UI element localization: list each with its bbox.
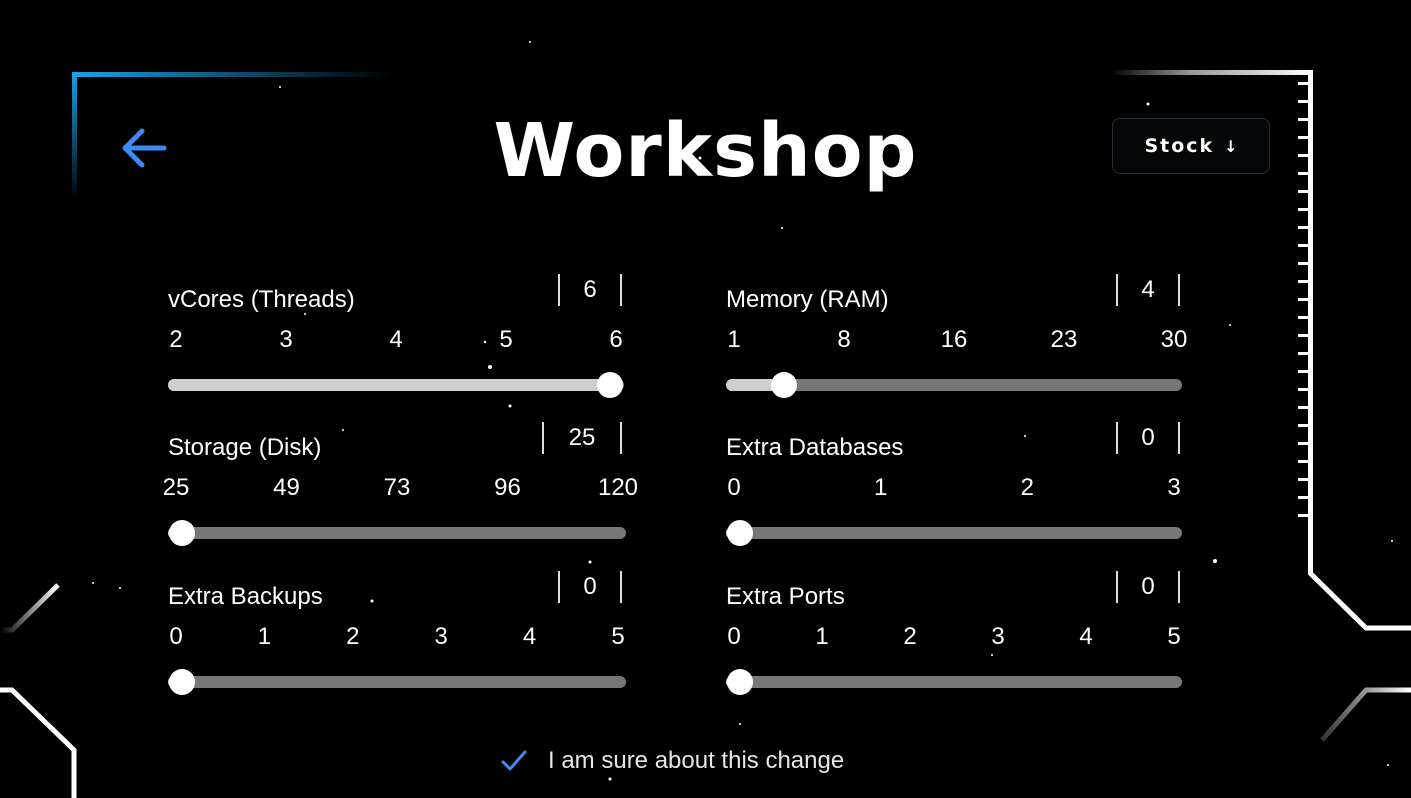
slider-extra-backups: Extra Backups 0 0 1 2 3 4 5 [168,571,666,695]
slider-track[interactable] [726,520,1182,546]
slider-tick-label: 8 [837,326,851,353]
ruler-tick [1298,280,1308,283]
arrow-down-icon: ↓ [1224,136,1238,156]
slider-thumb[interactable] [727,520,753,546]
slider-tick-label: 3 [279,326,293,353]
ruler-tick [1298,298,1308,301]
slider-thumb[interactable] [597,372,623,398]
slider-label: Extra Backups [168,583,323,610]
slider-tick-label: 5 [1167,623,1181,650]
ruler-tick [1298,82,1308,85]
slider-tick-label: 23 [1050,326,1078,353]
slider-tick-label: 5 [611,623,625,650]
slider-tick-labels: 0 1 2 3 [726,474,1222,504]
check-icon [501,750,527,771]
slider-extra-databases: Extra Databases 0 0 1 2 3 [726,422,1222,546]
ruler-tick [1298,262,1308,265]
slider-tick-label: 2 [1020,474,1035,501]
confirm-checkbox[interactable]: I am sure about this change [500,744,844,778]
slider-memory-ram: Memory (RAM) 4 1 8 16 23 30 [726,274,1222,398]
slider-track[interactable] [168,372,624,398]
slider-tick-label: 1 [815,623,829,650]
slider-tick-label: 6 [609,326,623,353]
slider-value: 0 [1116,571,1180,603]
ruler-tick [1298,316,1308,319]
slider-track[interactable] [726,372,1182,398]
slider-tick-label: 1 [873,474,888,501]
ruler-tick [1298,478,1308,481]
slider-label: Extra Ports [726,583,845,610]
slider-tick-labels: 0 1 2 3 4 5 [726,623,1222,653]
slider-thumb[interactable] [771,372,798,398]
slider-tick-label: 4 [522,623,537,650]
slider-tick-label: 1 [727,326,741,353]
slider-tick-label: 1 [257,623,272,650]
stock-button-label: Stock [1144,135,1215,157]
slider-label: Extra Databases [726,434,904,461]
slider-value: 0 [1116,422,1180,454]
slider-tick-label: 3 [991,623,1005,650]
slider-label: Storage (Disk) [168,434,322,461]
slider-tick-label: 96 [494,474,521,501]
slider-tick-label: 4 [389,326,403,353]
slider-tick-label: 30 [1160,326,1188,353]
ruler-tick [1298,460,1308,463]
slider-value: 4 [1116,274,1180,306]
slider-tick-label: 2 [346,623,360,650]
ruler-tick [1298,514,1308,517]
slider-tick-label: 3 [434,623,448,650]
slider-value: 6 [558,274,622,306]
stock-button[interactable]: Stock ↓ [1112,118,1270,174]
slider-tick-label: 49 [273,474,300,501]
ruler-tick [1298,100,1308,103]
slider-tick-label: 25 [162,474,190,501]
ruler-tick [1298,424,1308,427]
slider-tick-label: 73 [383,474,411,501]
workshop-page: Workshop Stock ↓ vCores (Threads) 6 2 3 4 5 6 M… [0,0,1411,798]
slider-storage-disk: Storage (Disk) 25 25 49 73 96 120 [163,422,666,546]
slider-label: Memory (RAM) [726,286,889,313]
ruler-tick [1298,442,1308,445]
slider-tick-label: 0 [727,623,741,650]
ruler-tick [1298,388,1308,391]
slider-thumb[interactable] [727,669,753,695]
slider-tick-label: 5 [499,326,513,353]
slider-tick-label: 0 [169,623,183,650]
slider-thumb[interactable] [169,669,195,695]
slider-value: 25 [542,422,622,454]
slider-label: vCores (Threads) [168,286,355,313]
slider-extra-ports: Extra Ports 0 0 1 2 3 4 5 [726,571,1222,695]
slider-track[interactable] [168,669,626,695]
slider-tick-label: 3 [1167,474,1181,501]
slider-tick-label: 120 [597,474,639,501]
slider-tick-label: 16 [940,326,968,353]
ruler-tick [1298,244,1308,247]
slider-tick-label: 4 [1079,623,1093,650]
confirm-label: I am sure about this change [548,747,845,774]
slider-vcores-threads: vCores (Threads) 6 2 3 4 5 6 [168,274,664,398]
ruler-tick [1298,226,1308,229]
slider-thumb[interactable] [169,520,195,546]
ruler-tick [1298,370,1308,373]
ruler-tick [1298,496,1308,499]
ruler-tick [1298,208,1308,211]
ruler-tick [1298,352,1308,355]
slider-track[interactable] [168,520,626,546]
slider-tick-labels: 2 3 4 5 6 [168,326,664,356]
slider-tick-label: 2 [903,623,917,650]
slider-tick-labels: 1 8 16 23 30 [726,326,1222,356]
slider-value: 0 [558,571,622,603]
slider-tick-labels: 0 1 2 3 4 5 [168,623,666,653]
ruler-tick [1298,406,1308,409]
ruler-tick [1298,334,1308,337]
slider-track[interactable] [726,669,1182,695]
slider-fill [168,379,610,391]
slider-tick-label: 2 [169,326,183,353]
slider-tick-label: 0 [727,474,741,501]
slider-tick-labels: 25 49 73 96 120 [163,474,666,504]
